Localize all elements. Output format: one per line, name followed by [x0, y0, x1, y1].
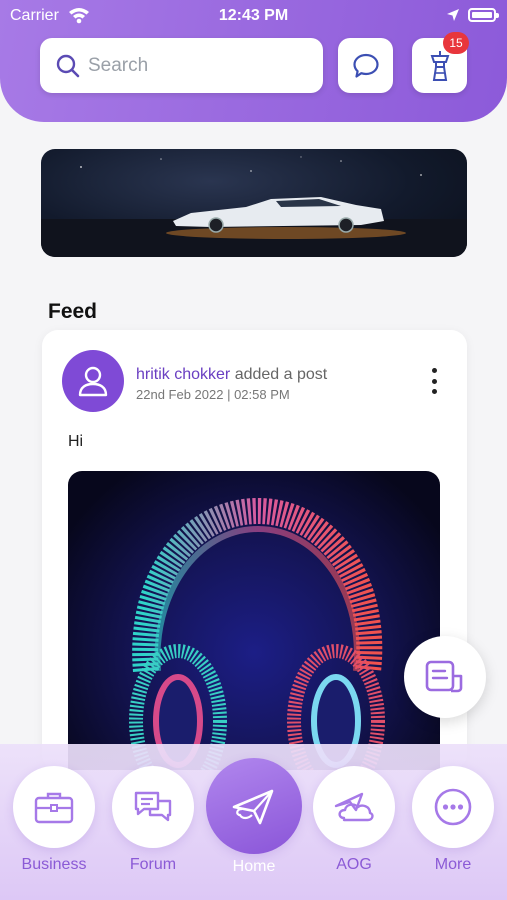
user-icon — [78, 366, 108, 397]
document-icon — [425, 660, 463, 693]
nav-label: AOG — [336, 856, 372, 873]
nav-aog[interactable]: AOG — [309, 766, 399, 874]
banner-image[interactable] — [41, 149, 467, 257]
post-card: hritik chokker added a post 22nd Feb 202… — [42, 330, 467, 770]
post-author[interactable]: hritik chokker — [136, 366, 230, 383]
control-tower-icon — [430, 50, 449, 81]
search-bar[interactable] — [40, 38, 323, 93]
nav-forum[interactable]: Forum — [108, 766, 198, 874]
nav-label: More — [434, 856, 472, 873]
create-post-button[interactable] — [404, 636, 486, 718]
nav-more[interactable]: More — [408, 766, 498, 874]
briefcase-icon — [34, 792, 74, 824]
nav-business[interactable]: Business — [9, 766, 99, 874]
status-bar: Carrier 12:43 PM — [0, 0, 507, 32]
nav-label: Home — [232, 858, 276, 875]
plane-icon — [232, 789, 274, 825]
post-meta: hritik chokker added a post 22nd Feb 202… — [136, 366, 327, 402]
chat-button[interactable] — [338, 38, 393, 93]
more-options-icon[interactable] — [429, 368, 439, 394]
post-text: Hi — [68, 433, 84, 450]
headphones-illustration — [129, 497, 385, 770]
notification-badge: 15 — [443, 32, 469, 54]
search-icon — [56, 54, 80, 77]
feed-title: Feed — [48, 300, 98, 323]
location-icon — [447, 9, 459, 21]
battery-icon — [468, 8, 499, 22]
chat-bubble-icon — [352, 53, 379, 78]
nav-label: Forum — [129, 856, 177, 873]
plane-cloud-icon — [334, 792, 374, 822]
control-tower-button[interactable]: 15 — [412, 32, 469, 93]
search-input[interactable] — [88, 54, 288, 77]
avatar[interactable] — [62, 350, 124, 412]
forum-icon — [134, 791, 172, 822]
car-illustration — [41, 156, 467, 257]
more-icon — [434, 788, 472, 826]
post-action: added a post — [234, 366, 328, 383]
post-date: 22nd Feb 2022 | 02:58 PM — [136, 387, 290, 402]
bottom-navigation: Business Forum Home AOG More — [0, 744, 507, 900]
post-image[interactable] — [68, 471, 440, 770]
nav-home[interactable]: Home — [206, 758, 302, 876]
nav-label: Business — [21, 856, 87, 873]
status-time: 12:43 PM — [218, 7, 289, 24]
